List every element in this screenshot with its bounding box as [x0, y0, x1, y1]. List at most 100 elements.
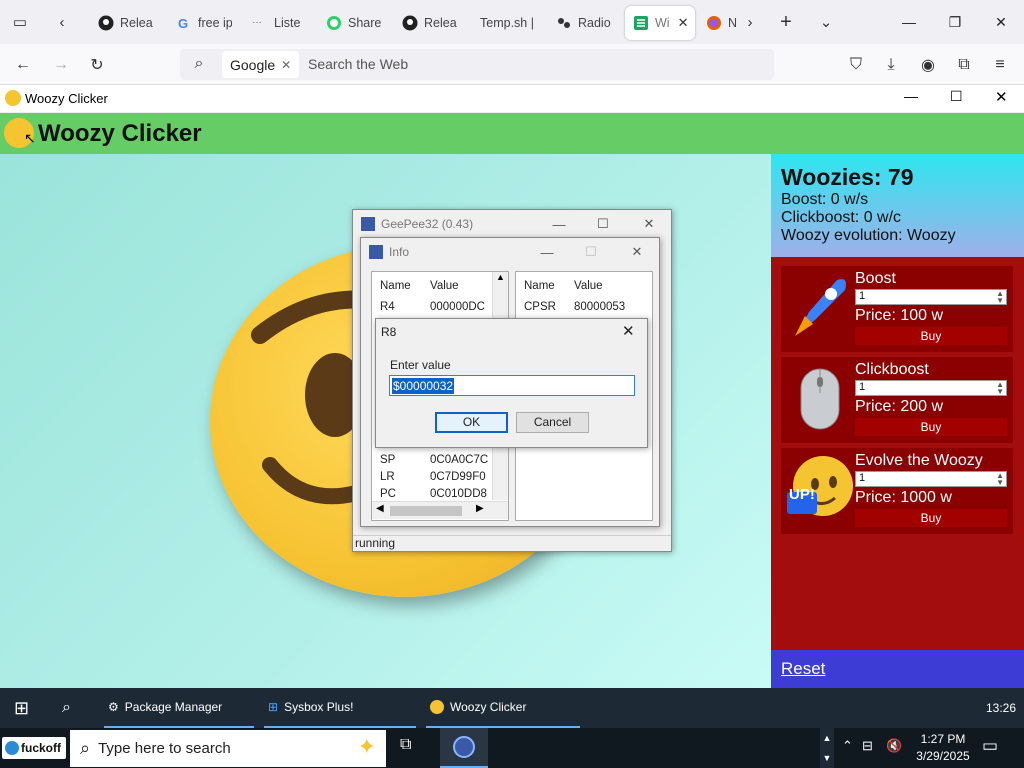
register-value: 0C7D99F0: [430, 471, 486, 483]
browser-tab[interactable]: G free ip: [176, 6, 232, 40]
shop-item-title: Clickboost: [855, 361, 929, 378]
close-icon[interactable]: ✕: [622, 322, 635, 340]
app-window-titlebar: Woozy Clicker — ☐ ✕: [0, 85, 1024, 113]
download-icon[interactable]: ⤓: [880, 54, 902, 76]
tab-scroll-right-icon[interactable]: ›: [738, 10, 762, 34]
browser-tab[interactable]: Radio: [556, 6, 612, 40]
app-icon: [361, 217, 375, 231]
woozy-icon: [430, 700, 444, 714]
enter-value-dialog: R8 ✕ Enter value $00000032 OK Cancel: [375, 318, 648, 448]
minimize-icon[interactable]: —: [886, 0, 932, 44]
horizontal-scrollbar[interactable]: ◀ ▶: [372, 501, 508, 519]
radio-icon: [558, 18, 570, 28]
reset-link[interactable]: Reset: [781, 659, 825, 679]
new-tab-icon[interactable]: +: [774, 10, 798, 34]
maximize-icon[interactable]: ☐: [583, 210, 623, 238]
cancel-button[interactable]: Cancel: [516, 412, 589, 433]
buy-button[interactable]: Buy: [855, 509, 1007, 527]
ok-button[interactable]: OK: [435, 412, 508, 433]
browser-tab[interactable]: Temp.sh |: [480, 6, 536, 40]
column-header-value: Value: [574, 280, 603, 292]
browser-tab[interactable]: Relea: [98, 6, 160, 40]
tab-list-icon[interactable]: ▭: [8, 10, 32, 34]
minimize-icon[interactable]: —: [527, 238, 567, 266]
url-bar[interactable]: ⌕ Google ✕ Search the Web: [180, 49, 774, 80]
spinner-icon[interactable]: ▲ ▼: [996, 472, 1004, 487]
browser-tab[interactable]: Relea: [402, 6, 460, 40]
taskbar-app-geepee32[interactable]: [440, 728, 488, 768]
maximize-icon[interactable]: ☐: [950, 88, 963, 105]
extensions-icon[interactable]: ⧉: [953, 54, 975, 76]
restore-icon[interactable]: ❐: [932, 0, 978, 44]
buy-button[interactable]: Buy: [855, 418, 1007, 436]
scroll-icon[interactable]: ▲ ▼: [820, 728, 834, 768]
volume-muted-icon[interactable]: 🔇: [886, 738, 902, 754]
register-name: R4: [380, 301, 395, 313]
minimize-icon[interactable]: —: [539, 210, 579, 238]
scroll-thumb[interactable]: [390, 506, 462, 516]
minimize-icon[interactable]: —: [904, 88, 918, 104]
reload-icon[interactable]: ↻: [86, 54, 108, 76]
quantity-input[interactable]: 1 ▲ ▼: [855, 471, 1007, 487]
back-icon[interactable]: ←: [12, 54, 34, 76]
register-name: CPSR: [524, 301, 556, 313]
scroll-right-icon[interactable]: ▶: [476, 503, 484, 514]
close-window-icon[interactable]: ✕: [978, 0, 1024, 44]
fuckoff-badge[interactable]: fuckoff: [2, 737, 66, 759]
search-engine-chip[interactable]: Google ✕: [222, 51, 300, 78]
whatsapp-icon: [327, 16, 341, 30]
taskbar-item-woozy-clicker[interactable]: Woozy Clicker: [426, 688, 580, 728]
browser-tab[interactable]: Share: [326, 6, 382, 40]
search-icon[interactable]: ⌕: [62, 688, 71, 728]
register-name: PC: [380, 488, 396, 500]
taskbar-item-package-manager[interactable]: ⚙ Package Manager: [104, 688, 254, 728]
price-label: Price: 100 w: [855, 307, 944, 324]
clock[interactable]: 1:27 PM 3/29/2025: [908, 731, 978, 765]
close-icon[interactable]: ✕: [629, 210, 669, 238]
windows-logo-icon: ⊞: [268, 700, 279, 714]
taskbar-search[interactable]: ⌕ Type here to search ✦: [70, 730, 386, 767]
browser-tab-bar: ▭ ‹ Relea G free ip … Liste Share Relea …: [0, 0, 1024, 44]
account-icon[interactable]: ◉: [917, 54, 939, 76]
spinner-icon[interactable]: ▲ ▼: [996, 290, 1004, 305]
url-input[interactable]: Search the Web: [308, 56, 408, 72]
price-label: Price: 1000 w: [855, 489, 952, 506]
browser-tab-active[interactable]: Wi ✕: [625, 6, 695, 40]
close-icon[interactable]: ✕: [617, 238, 657, 266]
shop-item-title: Evolve the Woozy: [855, 452, 983, 469]
clickboost-stat: Clickboost: 0 w/c: [781, 209, 902, 226]
task-view-icon[interactable]: ⧉: [400, 736, 411, 754]
close-icon[interactable]: ✕: [995, 88, 1008, 106]
buy-button[interactable]: Buy: [855, 327, 1007, 345]
pocket-icon[interactable]: ⛉: [845, 54, 867, 76]
woozies-count: Woozies: 79: [781, 164, 914, 190]
chevron-down-icon[interactable]: ⌄: [814, 10, 838, 34]
geepee32-titlebar: GeePee32 (0.43): [353, 210, 671, 238]
tab-scroll-left-icon[interactable]: ‹: [50, 10, 74, 34]
status-bar: running: [353, 535, 671, 551]
chevron-up-icon[interactable]: ⌃: [842, 738, 853, 754]
shop-item-boost: Boost 1 ▲ ▼ Price: 100 w Buy: [781, 266, 1013, 352]
forward-icon[interactable]: →: [50, 54, 72, 76]
scroll-left-icon[interactable]: ◀: [376, 503, 384, 514]
scroll-up-icon[interactable]: ▲: [493, 272, 508, 282]
register-value: 000000DC: [430, 301, 485, 313]
page-title: Woozy Clicker: [38, 120, 202, 147]
taskbar-item-sysbox[interactable]: ⊞ Sysbox Plus!: [264, 688, 416, 728]
dots-icon: …: [252, 15, 262, 26]
spinner-icon[interactable]: ▲ ▼: [996, 381, 1004, 396]
register-value: 80000053: [574, 301, 626, 313]
column-header-name: Name: [524, 280, 555, 292]
close-tab-icon[interactable]: ✕: [678, 15, 689, 31]
browser-tab[interactable]: … Liste: [252, 6, 304, 40]
network-icon[interactable]: ⊟: [862, 738, 873, 754]
clear-chip-icon[interactable]: ✕: [281, 58, 291, 72]
notification-icon[interactable]: ▭: [982, 736, 998, 756]
maximize-icon[interactable]: ☐: [571, 238, 611, 266]
start-icon[interactable]: ⊞: [14, 688, 29, 728]
value-input[interactable]: $00000032: [389, 375, 635, 396]
quantity-input[interactable]: 1 ▲ ▼: [855, 380, 1007, 396]
shop-item-title: Boost: [855, 270, 896, 287]
quantity-input[interactable]: 1 ▲ ▼: [855, 289, 1007, 305]
menu-icon[interactable]: ≡: [989, 54, 1011, 76]
